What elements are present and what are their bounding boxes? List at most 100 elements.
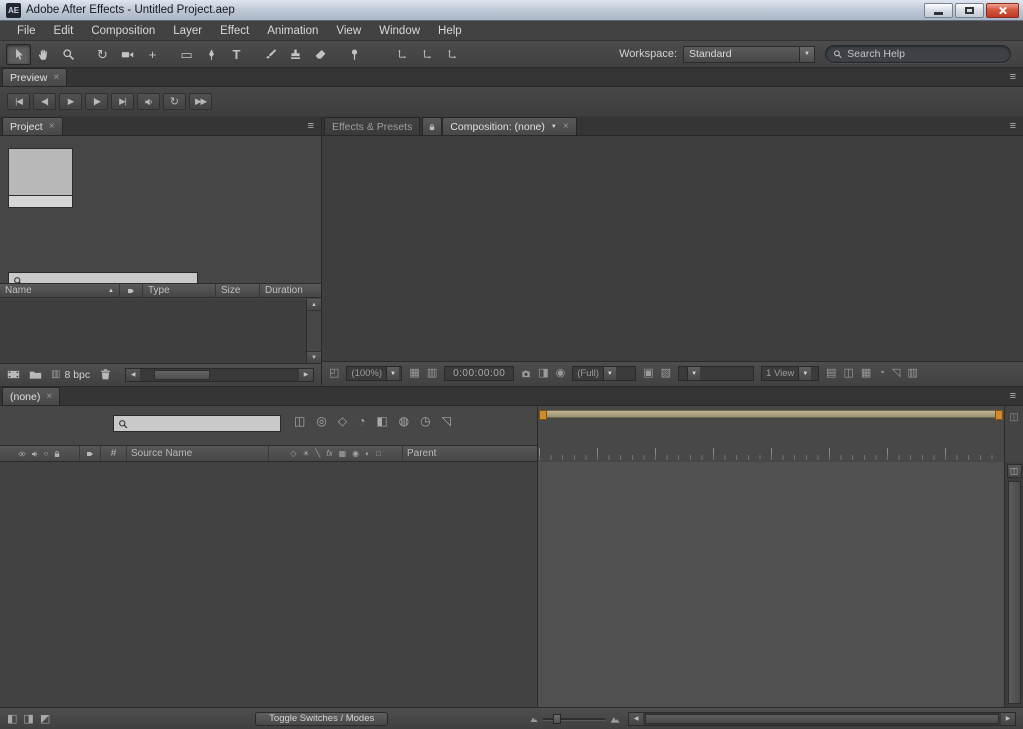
frame-blending-icon[interactable]: ◧: [376, 414, 387, 428]
adjustment-layer-switch-icon[interactable]: ◐: [365, 449, 370, 458]
panel-menu-icon[interactable]: ≡: [308, 120, 314, 132]
zoom-in-mountain-icon[interactable]: [610, 714, 620, 724]
menu-animation[interactable]: Animation: [258, 25, 327, 37]
composition-viewer[interactable]: [322, 136, 1023, 362]
hide-shy-layers-icon[interactable]: ◔: [358, 414, 365, 428]
close-tab-icon[interactable]: ×: [49, 121, 55, 132]
region-of-interest-icon[interactable]: ▣: [643, 368, 653, 379]
show-snapshot-icon[interactable]: ◨: [538, 368, 548, 379]
scroll-down-icon[interactable]: ▼: [307, 351, 321, 363]
column-source-name[interactable]: Source Name: [127, 446, 269, 461]
reset-exposure-icon[interactable]: ◹: [892, 368, 900, 379]
comp-flowchart-icon[interactable]: ◔: [878, 368, 885, 379]
scrollbar-thumb[interactable]: [154, 369, 211, 380]
interpret-footage-button[interactable]: [7, 368, 20, 381]
menu-layer[interactable]: Layer: [164, 25, 211, 37]
toggle-switches-modes-button[interactable]: Toggle Switches / Modes: [255, 711, 389, 726]
scroll-right-icon[interactable]: ▶: [1001, 712, 1015, 725]
column-parent[interactable]: Parent: [403, 446, 537, 461]
timeline-search-input[interactable]: [131, 417, 276, 430]
column-label-color[interactable]: [120, 284, 143, 297]
shy-switch-icon[interactable]: ◇: [290, 449, 296, 458]
panel-menu-icon[interactable]: ≡: [1010, 120, 1016, 132]
timeline-zoom-slider[interactable]: [543, 713, 606, 724]
type-tool-button[interactable]: T: [224, 44, 249, 65]
first-frame-button[interactable]: |◀: [7, 93, 30, 110]
motion-blur-icon[interactable]: ◍: [399, 414, 409, 428]
ram-preview-button[interactable]: ▶▶: [189, 93, 212, 110]
menu-view[interactable]: View: [327, 25, 370, 37]
column-duration[interactable]: Duration: [260, 284, 321, 297]
column-type[interactable]: Type: [143, 284, 216, 297]
collapse-switch-icon[interactable]: ☀: [302, 449, 309, 458]
eye-icon[interactable]: [18, 450, 26, 458]
timeline-search-box[interactable]: [113, 415, 281, 432]
scroll-left-icon[interactable]: ◀: [629, 712, 644, 725]
menu-help[interactable]: Help: [429, 25, 471, 37]
menu-window[interactable]: Window: [370, 25, 429, 37]
scroll-left-icon[interactable]: ◀: [126, 368, 141, 381]
scrollbar-thumb[interactable]: [645, 713, 999, 724]
menu-file[interactable]: File: [8, 25, 45, 37]
expand-transfer-controls-icon[interactable]: ◨: [23, 712, 33, 725]
3d-layer-switch-icon[interactable]: □: [376, 449, 381, 458]
column-layer-number[interactable]: #: [101, 446, 127, 461]
eraser-tool-button[interactable]: [308, 44, 333, 65]
brush-tool-button[interactable]: [258, 44, 283, 65]
puppet-pin-tool-button[interactable]: [342, 44, 367, 65]
pen-tool-button[interactable]: [199, 44, 224, 65]
clone-stamp-tool-button[interactable]: [283, 44, 308, 65]
project-bit-depth-button[interactable]: ▥ 8 bpc: [51, 369, 90, 381]
scrollbar-track[interactable]: [140, 369, 299, 381]
resolution-dropdown-button[interactable]: ▼: [602, 367, 616, 380]
grid-and-guides-icon[interactable]: ▦: [409, 368, 419, 379]
menu-edit[interactable]: Edit: [45, 25, 83, 37]
help-search-box[interactable]: [825, 45, 1011, 63]
scrollbar-track[interactable]: [643, 713, 1001, 725]
solo-icon[interactable]: ○: [44, 449, 49, 458]
timeline-horizontal-scrollbar[interactable]: ◀ ▶: [628, 711, 1016, 726]
magnification-dropdown[interactable]: (100%) ▼: [346, 366, 403, 381]
track-area[interactable]: [537, 462, 1004, 707]
project-horizontal-scrollbar[interactable]: ◀ ▶: [125, 367, 314, 382]
zoom-tool-button[interactable]: [56, 44, 81, 65]
fast-previews-icon[interactable]: ◫: [843, 368, 853, 379]
lock-viewer-button[interactable]: [422, 117, 443, 135]
shape-tool-button[interactable]: ▭: [174, 44, 199, 65]
selection-tool-button[interactable]: [6, 43, 31, 65]
auto-keyframe-icon[interactable]: ◷: [420, 414, 430, 428]
audio-toggle-button[interactable]: [137, 93, 160, 110]
exposure-adjust-icon[interactable]: ▥: [907, 368, 917, 379]
timeline-button-icon[interactable]: ▦: [861, 368, 871, 379]
scroll-right-icon[interactable]: ▶: [299, 368, 313, 381]
work-area-bar[interactable]: [539, 410, 1003, 420]
help-search-input[interactable]: [847, 48, 1003, 60]
frame-blend-switch-icon[interactable]: ▦: [339, 449, 347, 458]
current-time-field[interactable]: 0:00:00:00: [444, 366, 515, 381]
project-item-list[interactable]: ▲ ▼: [0, 299, 321, 363]
world-axis-mode-button[interactable]: [414, 44, 439, 65]
tab-composition[interactable]: Composition: (none) ▼ ×: [442, 117, 577, 135]
close-button[interactable]: [986, 2, 1019, 18]
tab-timeline-none[interactable]: (none) ×: [2, 387, 61, 405]
time-ruler[interactable]: [537, 406, 1004, 462]
panel-menu-icon[interactable]: ≡: [1010, 390, 1016, 402]
last-frame-button[interactable]: ▶|: [111, 93, 134, 110]
view-layout-dropdown[interactable]: 1 View ▼: [761, 366, 820, 381]
draft-3d-icon[interactable]: ◇: [338, 414, 347, 428]
close-tab-icon[interactable]: ×: [53, 72, 59, 83]
show-channel-icon[interactable]: ◉: [556, 368, 566, 379]
view-axis-mode-button[interactable]: [439, 44, 464, 65]
view-layout-dropdown-button[interactable]: ▼: [798, 367, 812, 380]
title-bar[interactable]: AE Adobe After Effects - Untitled Projec…: [0, 0, 1023, 21]
next-frame-button[interactable]: |▶: [85, 93, 108, 110]
play-button[interactable]: ▶: [59, 93, 82, 110]
expand-in-out-icon[interactable]: ◩: [40, 712, 50, 725]
tab-effects-presets[interactable]: Effects & Presets: [324, 117, 421, 135]
workspace-dropdown[interactable]: Standard ▼: [683, 45, 815, 63]
tab-preview[interactable]: Preview ×: [2, 68, 68, 86]
close-tab-icon[interactable]: ×: [46, 391, 52, 402]
menu-effect[interactable]: Effect: [211, 25, 258, 37]
comp-marker-bin-icon[interactable]: ◫: [1006, 464, 1022, 478]
motion-blur-switch-icon[interactable]: ◉: [352, 449, 359, 458]
